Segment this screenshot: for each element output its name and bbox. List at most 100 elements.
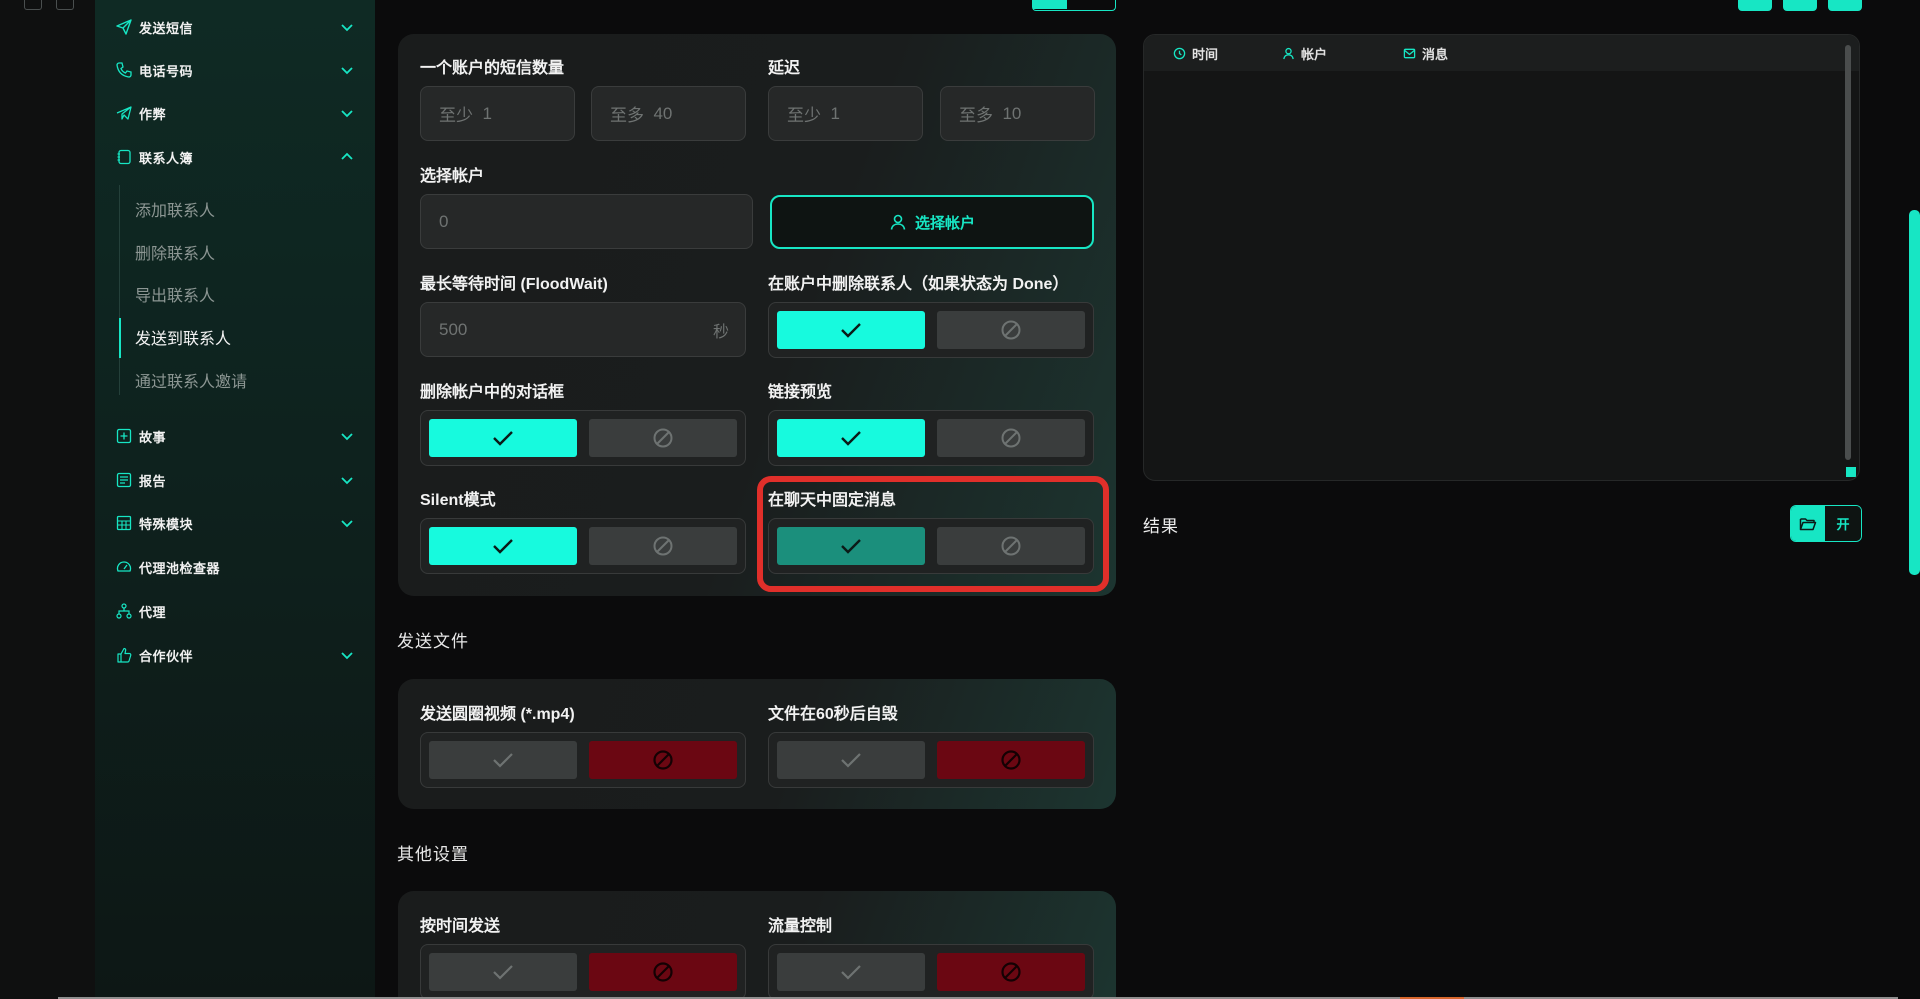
silent-mode-toggle	[420, 518, 746, 574]
clock-icon	[1173, 47, 1186, 60]
result-label: 结果	[1143, 517, 1179, 536]
round-video-toggle	[420, 732, 746, 788]
sidebar-item-cheat[interactable]: 作弊	[115, 98, 355, 128]
self-destruct-toggle	[768, 732, 1094, 788]
flood-wait-input[interactable]: 500 秒	[420, 302, 746, 357]
rail-icon-2[interactable]	[56, 0, 74, 10]
sidebar: 发送短信 电话号码 作弊 联系人簿 添加联系人 删除联系人 导出联系人 发送到联…	[95, 0, 375, 999]
button-label: 开	[1825, 506, 1861, 541]
chevron-down-icon[interactable]	[339, 515, 355, 531]
sidebar-item-label: 报告	[139, 473, 167, 489]
top-action-button-1[interactable]	[1738, 0, 1772, 11]
selected-account-count-field[interactable]: 0	[420, 194, 753, 249]
sidebar-item-proxy[interactable]: 代理	[115, 596, 355, 626]
chevron-down-icon[interactable]	[339, 105, 355, 121]
column-header-message[interactable]: 消息	[1403, 44, 1448, 63]
enable-button[interactable]	[429, 527, 577, 565]
sidebar-subitem-add-contact[interactable]: 添加联系人	[135, 194, 215, 224]
sidebar-item-contact-book[interactable]: 联系人簿	[115, 142, 355, 172]
enable-button[interactable]	[777, 741, 925, 779]
sidebar-item-label: 发送短信	[139, 20, 194, 36]
round-video-label: 发送圆圈视频 (*.mp4)	[420, 706, 575, 723]
top-action-button-2[interactable]	[1783, 0, 1817, 11]
chevron-down-icon[interactable]	[339, 62, 355, 78]
send-files-title: 发送文件	[397, 632, 469, 651]
chevron-down-icon[interactable]	[339, 647, 355, 663]
sidebar-item-special-modules[interactable]: 特殊模块	[115, 508, 355, 538]
report-icon	[115, 471, 133, 489]
sidebar-item-partners[interactable]: 合作伙伴	[115, 640, 355, 670]
sidebar-subitem-delete-contact[interactable]: 删除联系人	[135, 237, 215, 267]
top-action-button-3[interactable]	[1828, 0, 1862, 11]
check-icon	[841, 965, 861, 980]
enable-button[interactable]	[777, 419, 925, 457]
chevron-up-icon[interactable]	[339, 149, 355, 165]
open-results-button[interactable]: 开	[1790, 505, 1862, 542]
ban-icon	[1001, 320, 1021, 340]
sms-min-input[interactable]: 至少 1	[420, 86, 575, 141]
sidebar-item-stories[interactable]: 故事	[115, 421, 355, 451]
input-value: 10	[1002, 103, 1022, 123]
input-placeholder: 至少	[787, 106, 821, 125]
submenu-active-indicator	[119, 318, 121, 358]
input-value: 40	[653, 103, 673, 123]
sms-max-input[interactable]: 至多 40	[591, 86, 746, 141]
input-placeholder: 至少	[439, 106, 473, 125]
delay-max-input[interactable]: 至多 10	[940, 86, 1095, 141]
disable-button[interactable]	[589, 741, 737, 779]
check-icon	[841, 323, 861, 338]
enable-button[interactable]	[777, 953, 925, 991]
ban-icon	[1001, 750, 1021, 770]
column-label: 时间	[1192, 47, 1219, 62]
chevron-down-icon[interactable]	[339, 428, 355, 444]
sidebar-item-label: 电话号码	[139, 63, 194, 79]
page-scrollbar[interactable]	[1909, 210, 1920, 575]
select-account-button[interactable]: 选择帐户	[770, 195, 1094, 249]
sidebar-item-send-sms[interactable]: 发送短信	[115, 12, 355, 42]
ban-icon	[653, 750, 673, 770]
paper-plane-icon	[115, 104, 133, 122]
network-icon	[115, 602, 133, 620]
unit-suffix: 秒	[712, 323, 729, 341]
ban-icon	[653, 428, 673, 448]
chevron-down-icon[interactable]	[339, 19, 355, 35]
sidebar-item-reports[interactable]: 报告	[115, 465, 355, 495]
chevron-down-icon[interactable]	[339, 472, 355, 488]
delay-min-input[interactable]: 至少 1	[768, 86, 923, 141]
resize-handle[interactable]	[1846, 467, 1856, 477]
select-account-label: 选择帐户	[420, 168, 485, 185]
plus-square-icon	[115, 427, 133, 445]
folder-open-icon	[1799, 517, 1817, 530]
check-icon	[493, 753, 513, 768]
ban-icon	[1001, 428, 1021, 448]
sidebar-item-proxy-checker[interactable]: 代理池检查器	[115, 552, 355, 582]
column-header-account[interactable]: 帐户	[1282, 44, 1327, 63]
rail-icon-1[interactable]	[24, 0, 42, 10]
sidebar-item-label: 特殊模块	[139, 516, 194, 532]
log-scrollbar[interactable]	[1845, 45, 1851, 460]
disable-button[interactable]	[937, 419, 1085, 457]
disable-button[interactable]	[937, 311, 1085, 349]
top-toggle-button[interactable]	[1032, 0, 1116, 11]
enable-button[interactable]	[429, 741, 577, 779]
check-icon	[493, 965, 513, 980]
disable-button[interactable]	[589, 419, 737, 457]
column-header-time[interactable]: 时间	[1173, 44, 1218, 63]
highlight-box	[757, 476, 1109, 592]
disable-button[interactable]	[589, 527, 737, 565]
sidebar-subitem-invite-via-contacts[interactable]: 通过联系人邀请	[135, 365, 247, 395]
enable-button[interactable]	[429, 953, 577, 991]
self-destruct-label: 文件在60秒后自毁	[768, 706, 898, 723]
enable-button[interactable]	[777, 311, 925, 349]
disable-button[interactable]	[937, 953, 1085, 991]
disable-button[interactable]	[937, 741, 1085, 779]
disable-button[interactable]	[589, 953, 737, 991]
sidebar-item-label: 故事	[139, 429, 167, 445]
enable-button[interactable]	[429, 419, 577, 457]
app-window: 发送短信 电话号码 作弊 联系人簿 添加联系人 删除联系人 导出联系人 发送到联…	[0, 0, 1920, 999]
sidebar-subitem-send-to-contacts[interactable]: 发送到联系人	[135, 322, 231, 352]
flood-wait-label: 最长等待时间 (FloodWait)	[420, 276, 608, 293]
sidebar-subitem-export-contact[interactable]: 导出联系人	[135, 279, 215, 309]
check-icon	[841, 753, 861, 768]
sidebar-item-phone-numbers[interactable]: 电话号码	[115, 55, 355, 85]
